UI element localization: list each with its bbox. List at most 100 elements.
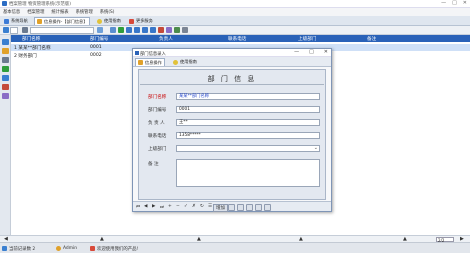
search-icon[interactable] — [97, 27, 103, 33]
group-icon[interactable] — [246, 203, 253, 211]
user-icon[interactable] — [2, 39, 9, 45]
settings-icon[interactable] — [182, 27, 188, 33]
window-title: 档案管理 物资管理系统(示范版) — [9, 2, 71, 7]
row-code: 0001 — [90, 44, 102, 50]
chevron-down-icon: ⌄ — [313, 145, 318, 151]
form-icon — [37, 19, 42, 24]
left-sidebar — [0, 35, 11, 235]
prev-record-button[interactable]: ◀ — [144, 204, 147, 209]
column-header-code[interactable]: 部门编号 — [90, 36, 108, 42]
tab-more-services[interactable]: 更多服务 — [127, 17, 155, 25]
label-department-name: 部门名称 — [148, 95, 167, 100]
heading-divider — [140, 84, 324, 85]
run-icon[interactable] — [118, 27, 124, 33]
menu-item-system-manage[interactable]: 系统管理 — [76, 9, 93, 15]
page-bar: ◀ ▲ ▲ ▲ ▲ 2/2 ▶ — [0, 235, 470, 243]
more-icon — [129, 18, 134, 24]
column-header-remark[interactable]: 备注 — [367, 36, 376, 42]
home-icon[interactable] — [110, 27, 116, 33]
chart-icon[interactable] — [2, 75, 9, 81]
menu-item-report[interactable]: 统计报表 — [51, 9, 68, 15]
edit-icon[interactable] — [3, 27, 9, 33]
minimize-button[interactable]: — — [441, 0, 446, 6]
status-user: Admin — [63, 246, 77, 251]
column-header-name[interactable]: 部门名称 — [22, 36, 40, 42]
delete-record-button[interactable]: − — [176, 204, 180, 209]
cancel-record-button[interactable]: ✗ — [192, 204, 196, 209]
dialog-tab-operate[interactable]: 信息操作 — [135, 58, 165, 66]
dialog-icon — [134, 50, 139, 55]
person-icon[interactable] — [237, 203, 244, 211]
dialog-minimize-button[interactable]: — — [294, 49, 299, 55]
refresh-record-button[interactable]: ↻ — [200, 204, 204, 209]
module-tabs: 系统导航 信息操作-【部门信息】 使用指南 更多服务 — [0, 16, 470, 26]
export-icon[interactable] — [174, 27, 180, 33]
print-icon[interactable] — [255, 203, 262, 211]
delete-icon[interactable] — [158, 27, 164, 33]
tab-navigation[interactable]: 系统导航 — [2, 17, 30, 25]
search-record-button[interactable]: ☰ — [208, 204, 212, 209]
dialog-nav-bar: ⏮ ◀ ▶ ⏭ + − ✓ ✗ ↻ ☰ 增加 — [133, 201, 331, 212]
form-panel: 部 门 信 息 部门名称 某某**部门名称 部门编号 0001 负 责 人 王*… — [138, 69, 326, 200]
tab-guide[interactable]: 使用指南 — [95, 17, 123, 25]
apply-button[interactable]: 增加 — [213, 203, 228, 212]
maximize-button[interactable]: □ — [452, 0, 457, 6]
next-record-button[interactable]: ▶ — [152, 204, 155, 209]
user-icon — [56, 245, 61, 251]
refresh-icon[interactable] — [166, 27, 172, 33]
export-icon[interactable] — [264, 203, 271, 211]
label-parent-department: 上级部门 — [148, 147, 167, 152]
dialog-tabs: 信息操作 使用指南 — [133, 57, 331, 67]
help-icon — [97, 18, 102, 24]
folder-icon[interactable] — [2, 48, 9, 54]
dialog-maximize-button[interactable]: □ — [309, 49, 314, 55]
column-header-parent[interactable]: 上级部门 — [298, 36, 316, 42]
column-header-phone[interactable]: 联系电话 — [228, 36, 246, 42]
dialog-titlebar: 部门信息录入 — □ ✕ — [133, 49, 331, 57]
add-record-button[interactable]: + — [168, 204, 172, 209]
column-header-manager[interactable]: 负责人 — [159, 36, 173, 42]
grid-header: 部门名称 部门编号 负责人 联系电话 上级部门 备注 — [11, 35, 470, 42]
window-titlebar: 档案管理 物资管理系统(示范版) — □ ✕ — [0, 0, 470, 8]
tab-department-info[interactable]: 信息操作-【部门信息】 — [34, 17, 91, 25]
record-count: 当前记录数 2 — [9, 247, 36, 252]
form-icon — [138, 60, 143, 65]
info-icon — [2, 245, 7, 251]
confirm-record-button[interactable]: ✓ — [184, 204, 188, 209]
first-icon[interactable] — [126, 27, 132, 33]
department-name-input[interactable]: 某某**部门名称 — [176, 93, 320, 100]
label-remark: 备 注 — [148, 162, 159, 167]
next-icon[interactable] — [142, 27, 148, 33]
home-icon — [4, 18, 9, 24]
tool-icon[interactable] — [2, 84, 9, 90]
menu-item-archive[interactable]: 档案管理 — [27, 9, 44, 15]
form-heading: 部 门 信 息 — [207, 75, 257, 83]
app-icon — [2, 1, 7, 6]
first-record-button[interactable]: ⏮ — [136, 204, 140, 210]
department-code-input[interactable]: 0001 — [176, 106, 320, 113]
manager-input[interactable]: 王** — [176, 119, 320, 126]
phone-input[interactable]: 1358***** — [176, 132, 320, 139]
department-entry-dialog: 部门信息录入 — □ ✕ 信息操作 使用指南 部 门 信 息 部门名称 某某**… — [132, 48, 332, 212]
filter-icon[interactable] — [228, 203, 235, 211]
prev-icon[interactable] — [134, 27, 140, 33]
parent-department-select[interactable]: ⌄ — [176, 145, 320, 152]
filter-select[interactable] — [30, 27, 94, 34]
dialog-close-button[interactable]: ✕ — [324, 49, 328, 55]
print-icon[interactable] — [22, 27, 28, 33]
dialog-tab-guide[interactable]: 使用指南 — [171, 58, 199, 66]
report-icon[interactable] — [2, 66, 9, 72]
gear-icon[interactable] — [2, 93, 9, 99]
row-name: 1 某某**部门名称 — [14, 45, 51, 51]
row-name: 2 财务部门 — [14, 53, 37, 59]
last-record-button[interactable]: ⏭ — [160, 204, 164, 210]
label-department-code: 部门编号 — [148, 108, 167, 113]
close-button[interactable]: ✕ — [463, 0, 467, 6]
last-icon[interactable] — [150, 27, 156, 33]
remark-textarea[interactable] — [176, 159, 320, 187]
menu-item-basic[interactable]: 基本信息 — [3, 9, 20, 15]
list-icon[interactable] — [2, 57, 9, 63]
row-code: 0002 — [90, 52, 102, 58]
tool-dropdown[interactable] — [10, 27, 18, 34]
menu-item-system[interactable]: 系统(S) — [100, 9, 115, 15]
